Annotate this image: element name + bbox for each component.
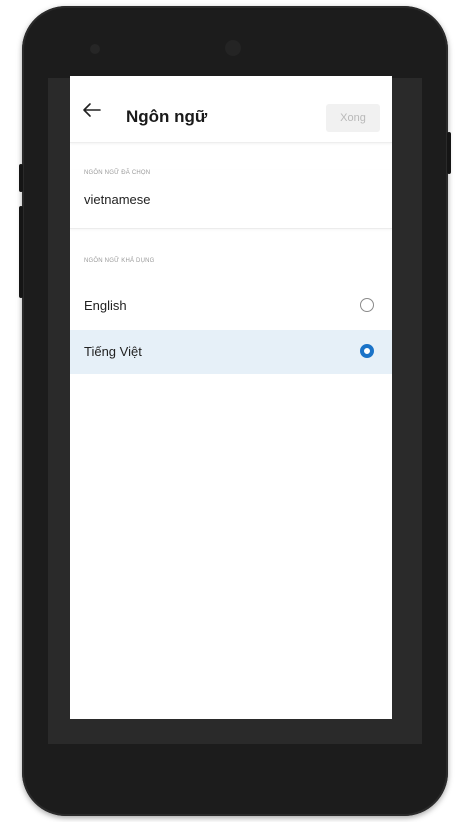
phone-sensor — [90, 44, 100, 54]
phone-camera — [225, 40, 241, 56]
phone-power-button — [447, 132, 451, 174]
language-option-english[interactable]: English — [70, 284, 392, 328]
page-title: Ngôn ngữ — [126, 107, 208, 126]
language-option-label: Tiếng Việt — [84, 344, 142, 359]
app-screen: Ngôn ngữ Xong NGÔN NGỮ ĐÃ CHỌN vietnames… — [70, 76, 392, 719]
selected-language-label: NGÔN NGỮ ĐÃ CHỌN — [84, 170, 151, 176]
done-button[interactable]: Xong — [326, 104, 380, 132]
phone-frame: Ngôn ngữ Xong NGÔN NGỮ ĐÃ CHỌN vietnames… — [19, 6, 451, 816]
radio-checked-icon[interactable] — [360, 344, 374, 358]
back-arrow-icon[interactable] — [82, 102, 102, 118]
language-option-label: English — [84, 298, 127, 313]
available-languages-label: NGÔN NGỮ KHẢ DỤNG — [84, 258, 155, 264]
selected-language-value: vietnamese — [84, 192, 151, 207]
selected-language-section: NGÔN NGỮ ĐÃ CHỌN vietnamese — [70, 170, 392, 229]
phone-side-button — [19, 164, 23, 192]
app-bar: Ngôn ngữ Xong — [70, 76, 392, 143]
language-option-vietnamese[interactable]: Tiếng Việt — [70, 330, 392, 374]
phone-volume-button — [19, 206, 23, 298]
radio-unchecked-icon[interactable] — [360, 298, 374, 312]
